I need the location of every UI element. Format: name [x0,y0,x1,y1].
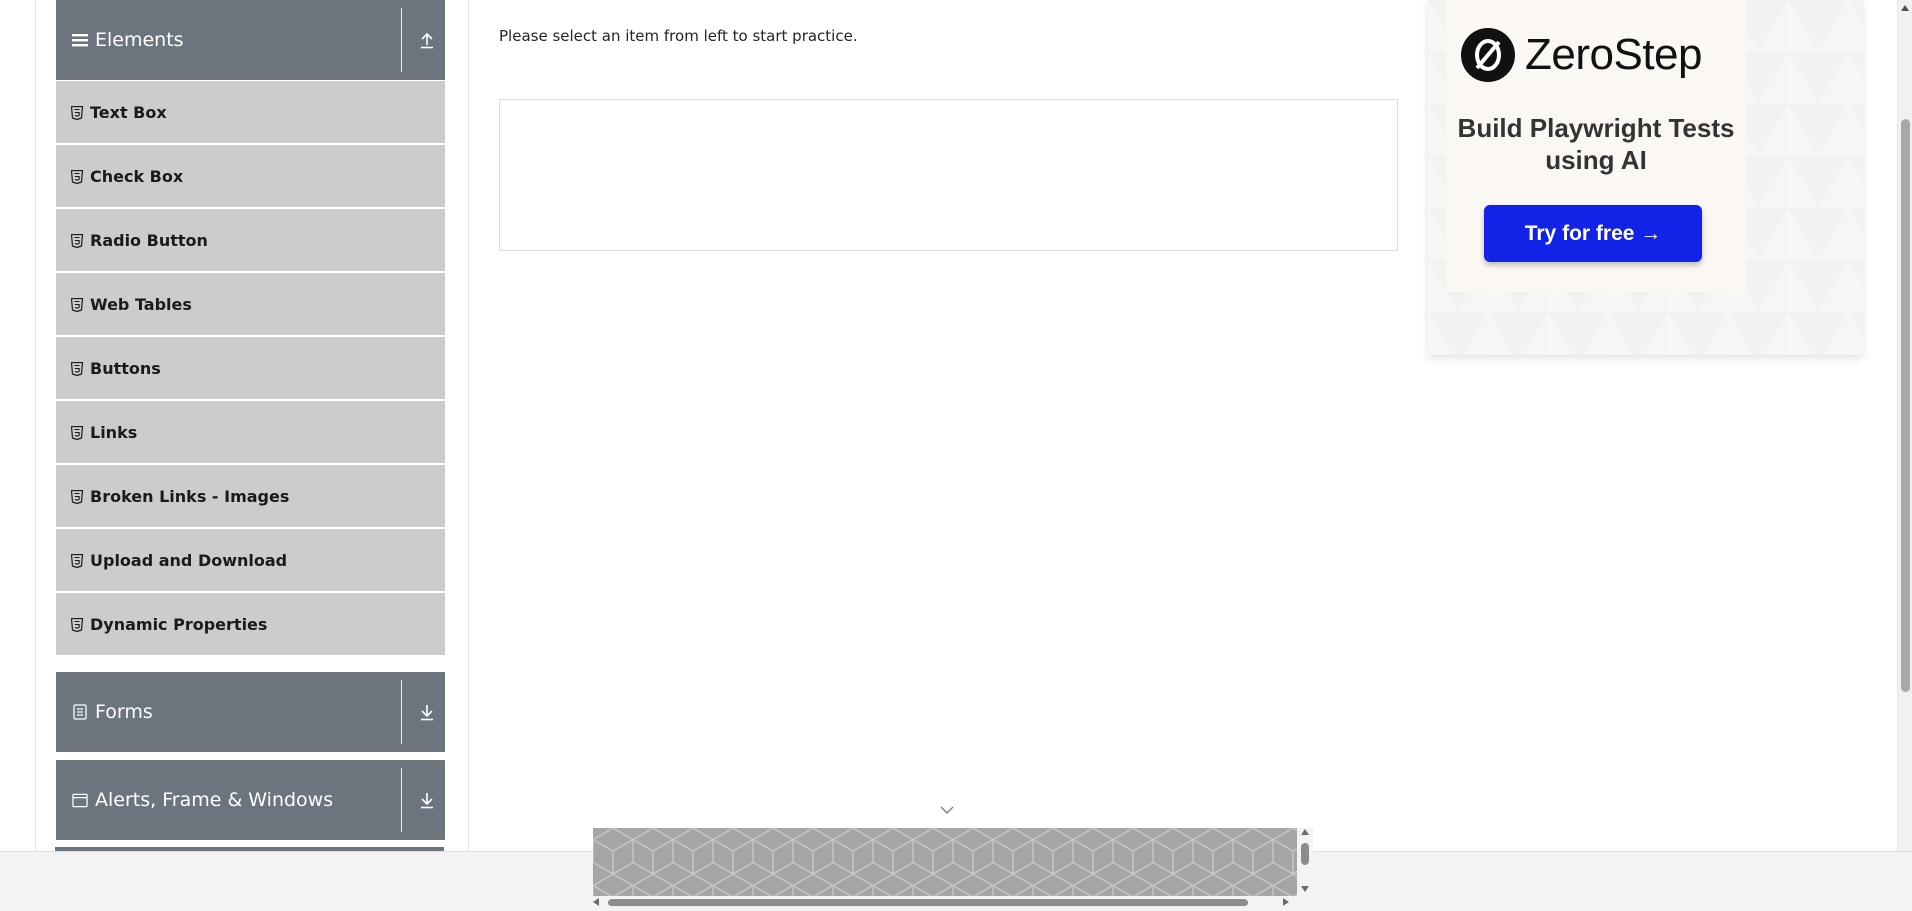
page-vertical-scrollbar[interactable] [1897,0,1912,851]
scroll-up-arrow-icon[interactable] [1901,5,1909,11]
menu-item-label: Text Box [90,102,167,122]
menu-item-buttons[interactable]: Buttons [56,336,445,400]
elements-menu-list: Text Box Check Box Radio Button Web Tabl… [56,80,445,656]
menu-item-check-box[interactable]: Check Box [56,144,445,208]
group-header-alerts-frame-windows[interactable]: Alerts, Frame & Windows [56,760,445,840]
zerostep-ad[interactable]: ZeroStep Build Playwright Tests using AI… [1428,0,1863,355]
scroll-right-arrow-icon[interactable] [1283,898,1289,906]
ad-headline: Build Playwright Tests using AI [1457,113,1735,175]
group-title-elements: Elements [95,29,184,51]
banner-cube-pattern [593,828,1297,896]
menu-item-upload-download[interactable]: Upload and Download [56,528,445,592]
scroll-down-arrow-icon[interactable] [1301,886,1309,892]
group-divider [401,768,402,832]
banner-vertical-scrollbar[interactable] [1297,828,1313,896]
menu-item-label: Dynamic Properties [90,614,268,634]
scrollbar-thumb[interactable] [1901,119,1910,692]
html5-shield-icon [70,169,84,185]
menu-item-label: Broken Links - Images [90,486,290,506]
form-icon [72,704,88,720]
scrollbar-thumb[interactable] [608,899,1248,906]
html5-shield-icon [70,617,84,633]
menu-item-label: Web Tables [90,294,192,314]
html5-shield-icon [70,233,84,249]
menu-item-label: Check Box [90,166,184,186]
group-divider [401,680,402,744]
zerostep-logo-icon [1461,28,1515,82]
html5-shield-icon [70,553,84,569]
menu-item-label: Radio Button [90,230,208,250]
html5-shield-icon [70,489,84,505]
menu-item-text-box[interactable]: Text Box [56,80,445,144]
menu-item-label: Links [90,422,138,442]
menu-item-dynamic-properties[interactable]: Dynamic Properties [56,592,445,656]
group-divider [401,8,402,72]
group-title-forms: Forms [95,701,153,723]
scroll-up-arrow-icon[interactable] [1301,829,1309,835]
html5-shield-icon [70,297,84,313]
html5-shield-icon [70,361,84,377]
expand-down-icon[interactable] [418,703,436,721]
hamburger-icon [72,32,88,48]
collapse-up-icon[interactable] [418,31,436,49]
group-header-forms[interactable]: Forms [56,672,445,752]
left-panel: Elements Text Box Check Box Radio Button… [35,0,469,851]
expand-down-icon[interactable] [418,791,436,809]
scroll-left-arrow-icon[interactable] [593,898,599,906]
menu-item-broken-links[interactable]: Broken Links - Images [56,464,445,528]
banner-horizontal-scrollbar[interactable] [593,896,1313,908]
menu-item-label: Upload and Download [90,550,288,570]
scrollbar-thumb[interactable] [1301,843,1309,865]
html5-shield-icon [70,425,84,441]
menu-item-web-tables[interactable]: Web Tables [56,272,445,336]
chevron-down-icon[interactable] [940,805,954,815]
group-header-elements[interactable]: Elements [56,0,445,80]
practice-instruction: Please select an item from left to start… [499,27,858,45]
menu-item-links[interactable]: Links [56,400,445,464]
window-icon [72,792,88,808]
ad-brand-name: ZeroStep [1525,30,1702,79]
ad-cta-button[interactable]: Try for free → [1484,205,1702,262]
html5-shield-icon [70,105,84,121]
menu-item-label: Buttons [90,358,161,378]
group-title-alerts: Alerts, Frame & Windows [95,789,334,811]
bottom-banner-ad[interactable] [593,828,1297,896]
practice-content-area [499,99,1398,251]
menu-item-radio-button[interactable]: Radio Button [56,208,445,272]
